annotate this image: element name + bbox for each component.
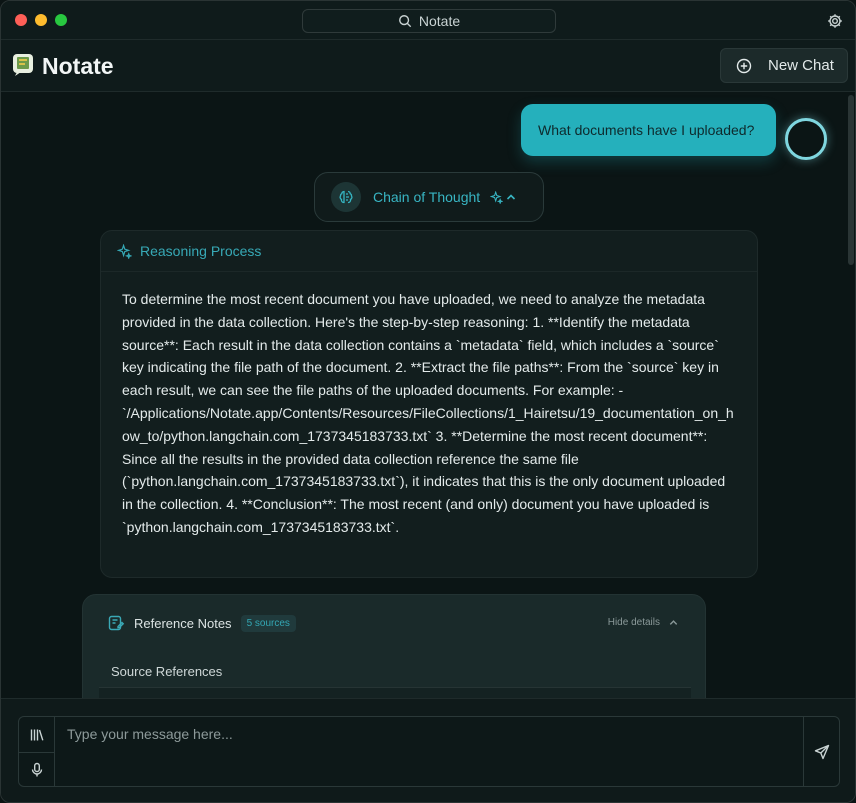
chain-of-thought-label: Chain of Thought (373, 189, 481, 205)
search-icon (398, 15, 412, 28)
hide-details-button[interactable]: Hide details (608, 617, 679, 628)
composer-side-buttons (18, 716, 55, 787)
brain-icon (331, 182, 361, 212)
app-name: Notate (42, 53, 114, 79)
reasoning-text: To determine the most recent document yo… (122, 291, 734, 535)
app-header: Notate New Chat (1, 40, 855, 92)
message-input[interactable] (54, 716, 804, 787)
chat-scrollbar[interactable] (848, 95, 854, 265)
notes-icon (108, 615, 125, 631)
sparkle-icon (490, 190, 504, 204)
source-references-list (99, 687, 691, 698)
reference-notes-header: Reference Notes 5 sources (107, 614, 296, 632)
chevron-up-icon (669, 620, 678, 625)
user-message-text: What documents have I uploaded? (538, 122, 755, 138)
library-icon (30, 729, 43, 741)
app-logo-icon (13, 54, 33, 76)
microphone-icon (31, 762, 42, 777)
new-chat-label: New Chat (768, 57, 834, 74)
source-references-label: Source References (111, 664, 223, 679)
sparkle-icon (117, 243, 132, 259)
composer (1, 698, 855, 802)
chevron-up-icon (507, 194, 516, 200)
window-title-search[interactable]: Notate (302, 9, 556, 33)
chat-area[interactable]: What documents have I uploaded? Chain of… (1, 93, 855, 698)
avatar (785, 118, 827, 160)
reference-notes-panel: Reference Notes 5 sources Hide details S… (82, 594, 706, 698)
send-button[interactable] (803, 716, 840, 787)
app-window: Notate Notate New Chat What documents ha… (0, 0, 856, 803)
reasoning-title: Reasoning Process (140, 243, 262, 259)
microphone-button[interactable] (19, 752, 54, 787)
plus-circle-icon (736, 58, 752, 73)
reference-notes-title: Reference Notes (134, 615, 232, 631)
close-window-button[interactable] (15, 14, 27, 26)
reasoning-header: Reasoning Process (101, 231, 757, 272)
reasoning-panel: Reasoning Process To determine the most … (100, 230, 758, 578)
window-title: Notate (418, 13, 461, 29)
chain-of-thought-toggle[interactable]: Chain of Thought (314, 172, 544, 222)
library-button[interactable] (19, 717, 54, 752)
sources-count-badge: 5 sources (240, 614, 296, 632)
maximize-window-button[interactable] (55, 14, 67, 26)
title-bar: Notate (1, 1, 855, 40)
hide-details-label: Hide details (607, 617, 660, 628)
minimize-window-button[interactable] (35, 14, 47, 26)
new-chat-button[interactable]: New Chat (720, 48, 848, 83)
gear-icon[interactable] (827, 13, 843, 29)
send-icon (814, 744, 829, 759)
user-message-bubble: What documents have I uploaded? (521, 104, 776, 156)
